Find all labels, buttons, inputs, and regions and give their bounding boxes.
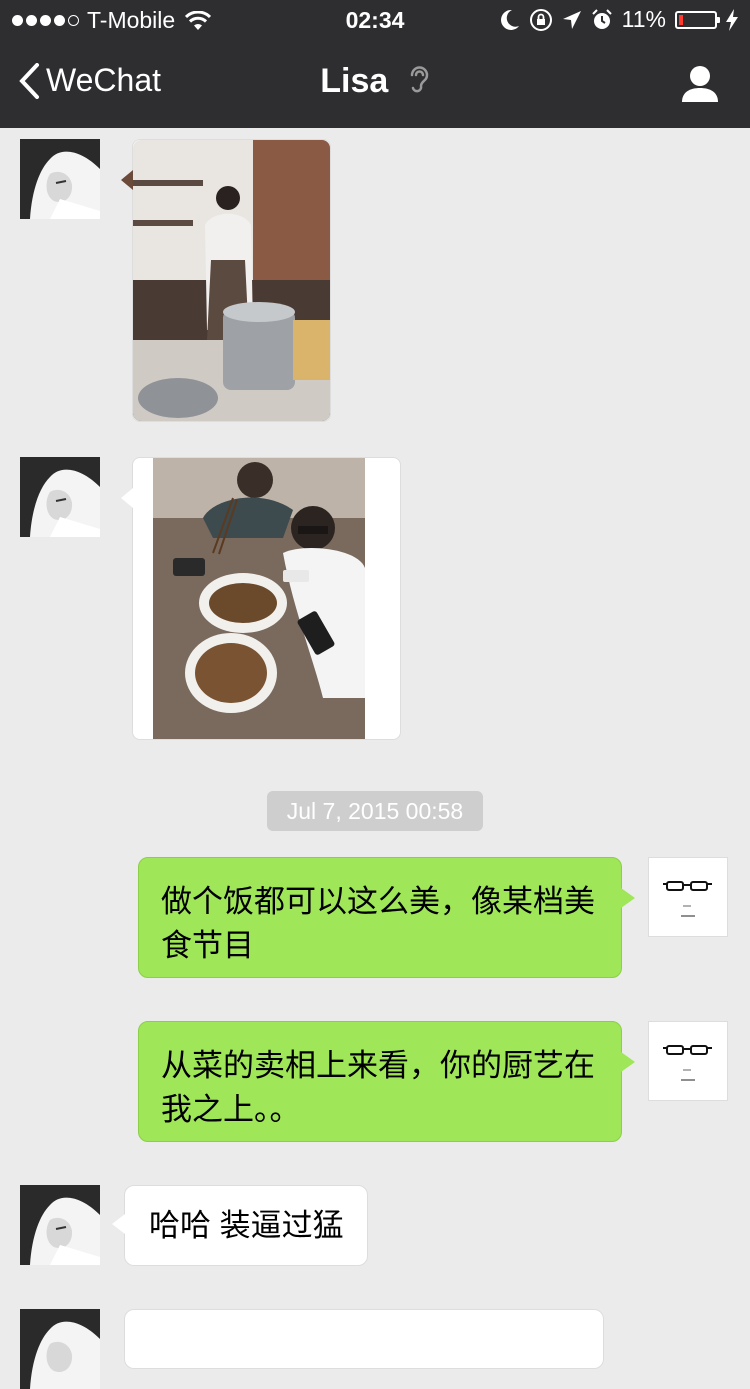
location-arrow-icon — [562, 10, 581, 29]
my-avatar[interactable] — [648, 857, 728, 937]
person-icon — [682, 66, 718, 102]
battery-icon — [675, 10, 720, 29]
chat-title-text: Lisa — [320, 62, 389, 100]
rotation-lock-icon — [529, 8, 552, 31]
photo-message-cooking[interactable] — [121, 139, 331, 422]
incoming-message[interactable]: 哈哈 装逼过猛 — [112, 1185, 368, 1266]
charging-bolt-icon — [726, 8, 738, 31]
message-timestamp: Jul 7, 2015 00:58 — [267, 791, 483, 831]
contact-avatar[interactable] — [20, 139, 100, 219]
chat-area[interactable]: Jul 7, 2015 00:58 做个饭都可以这么美，像某档美食节目 从菜的卖… — [0, 128, 750, 1389]
status-bar: T-Mobile 02:34 11% — [0, 0, 750, 40]
do-not-disturb-moon-icon — [500, 9, 519, 30]
alarm-clock-icon — [591, 8, 612, 29]
contact-avatar[interactable] — [20, 1185, 100, 1265]
contact-avatar[interactable] — [20, 457, 100, 537]
outgoing-message[interactable]: 做个饭都可以这么美，像某档美食节目 — [138, 857, 635, 978]
earpiece-mode-icon[interactable] — [408, 64, 430, 103]
top-bar: T-Mobile 02:34 11% WeChat Lisa — [0, 0, 750, 128]
outgoing-message-text: 做个饭都可以这么美，像某档美食节目 — [161, 884, 595, 963]
contact-avatar[interactable] — [20, 1309, 100, 1389]
incoming-message-text: 哈哈 装逼过猛 — [149, 1208, 344, 1243]
chat-title: Lisa — [0, 62, 750, 103]
incoming-message-partial[interactable] — [124, 1309, 604, 1369]
outgoing-message[interactable]: 从菜的卖相上来看，你的厨艺在我之上。。 — [138, 1021, 635, 1142]
contact-profile-button[interactable] — [680, 64, 720, 109]
navigation-bar: WeChat Lisa — [0, 40, 750, 128]
my-avatar[interactable] — [648, 1021, 728, 1101]
battery-percent: 11% — [621, 6, 666, 32]
battery-fill — [679, 14, 683, 25]
outgoing-message-text: 从菜的卖相上来看，你的厨艺在我之上。。 — [161, 1048, 595, 1127]
photo-message-dinner[interactable] — [121, 457, 401, 740]
